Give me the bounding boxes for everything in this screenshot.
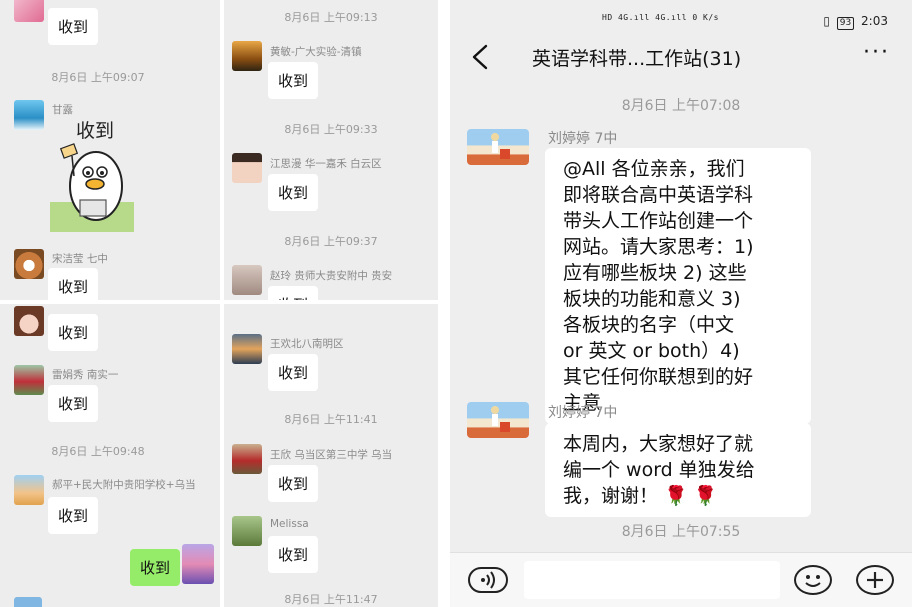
message-line: 应有哪些板块 2) 这些 xyxy=(563,262,747,284)
sender-name: 王欢北八南明区 xyxy=(270,338,344,350)
timestamp: 8月6日 上午09:13 xyxy=(284,11,378,24)
message-line: 其它任何你联想到的好 xyxy=(563,366,754,388)
sender-name: 刘婷婷 7中 xyxy=(548,405,618,421)
duck-icon xyxy=(50,143,134,232)
message-bubble[interactable]: 收到 xyxy=(268,174,319,211)
message-line: 板块的功能和意义 3) xyxy=(563,288,741,310)
timestamp: 8月6日 上午09:33 xyxy=(284,123,378,136)
message-bubble[interactable]: 收到 xyxy=(48,497,99,534)
battery-icon: 93 xyxy=(836,17,855,30)
timestamp: 8月6日 上午09:37 xyxy=(284,235,378,248)
voice-icon xyxy=(481,571,495,589)
avatar[interactable] xyxy=(14,306,44,336)
avatar[interactable] xyxy=(467,129,529,165)
avatar[interactable] xyxy=(14,100,44,130)
timestamp: 8月6日 上午07:55 xyxy=(621,524,741,540)
more-options-button[interactable]: ··· xyxy=(863,40,890,65)
chat-title: 英语学科带...工作站(31) xyxy=(532,48,742,70)
duck-sticker[interactable]: 收到 xyxy=(50,116,134,234)
chat-panel-top-right: 8月6日 上午09:13 黄敏-广大实验-清镇 收到 8月6日 上午09:33 … xyxy=(224,0,438,300)
self-message-bubble[interactable]: 收到 xyxy=(130,549,181,586)
input-bar xyxy=(450,552,912,607)
clock: 2:03 xyxy=(861,14,888,28)
avatar[interactable] xyxy=(232,334,262,364)
phone-chat-screen: HD 4G.ıll 4G.ıll 0 K/s ▯ 93 2:03 英语学科带..… xyxy=(450,0,912,607)
message-bubble[interactable]: 收到 xyxy=(268,536,319,573)
message-bubble[interactable]: 收到 xyxy=(268,62,319,99)
sender-name: 赵玲 贵师大贵安附中 贵安 xyxy=(270,270,393,282)
sender-name: 王欣 乌当区第三中学 乌当 xyxy=(270,449,393,461)
avatar[interactable] xyxy=(14,475,44,505)
avatar[interactable] xyxy=(232,265,262,295)
timestamp: 8月6日 上午09:07 xyxy=(51,71,145,84)
avatar[interactable] xyxy=(14,0,44,22)
sender-name: Melissa xyxy=(270,518,309,530)
timestamp: 8月6日 上午07:08 xyxy=(621,98,741,114)
chat-panel-top-left: 收到 8月6日 上午09:07 甘露 收到 宋洁莹 七中 收到 xyxy=(0,0,220,300)
message-bubble[interactable]: 收到 xyxy=(48,268,99,300)
avatar[interactable] xyxy=(14,249,44,279)
signal-indicators: HD 4G.ıll 4G.ıll 0 K/s xyxy=(602,13,719,22)
avatar[interactable] xyxy=(232,41,262,71)
person-photo-icon xyxy=(491,406,510,432)
vibrate-icon: ▯ xyxy=(823,14,830,28)
person-photo-icon xyxy=(491,133,510,159)
sender-name: 江思漫 华一嘉禾 白云区 xyxy=(270,158,382,170)
chat-panel-bottom-right: 王欢北八南明区 收到 8月6日 上午11:41 王欣 乌当区第三中学 乌当 收到… xyxy=(224,304,438,607)
message-line: 本周内，大家想好了就 xyxy=(563,433,754,455)
timestamp: 8月6日 上午11:41 xyxy=(284,413,378,426)
status-right: ▯ 93 2:03 xyxy=(823,14,888,30)
message-bubble[interactable]: 收到 xyxy=(48,314,99,351)
timestamp: 8月6日 上午11:47 xyxy=(284,593,378,606)
chevron-left-icon xyxy=(472,44,488,70)
timestamp: 8月6日 上午09:48 xyxy=(51,445,145,458)
sender-name: 郝平+民大附中贵阳学校+乌当 xyxy=(52,479,196,491)
self-avatar[interactable] xyxy=(182,544,214,584)
message-line: 网站。请大家思考：1) xyxy=(563,236,754,258)
message-input[interactable] xyxy=(524,561,780,599)
message-line: 我，谢谢！ 🌹 🌹 xyxy=(563,485,718,507)
chat-header: 英语学科带...工作站(31) ··· xyxy=(450,38,912,78)
avatar[interactable] xyxy=(14,365,44,395)
message-line: or 英文 or both）4) xyxy=(563,340,740,362)
voice-button[interactable] xyxy=(468,567,508,593)
avatar[interactable] xyxy=(232,444,262,474)
message-line: 编一个 word 单独发给 xyxy=(563,459,755,481)
message-line: 各板块的名字（中文 xyxy=(563,314,735,336)
message-bubble[interactable]: 收到 xyxy=(48,8,99,45)
plus-icon xyxy=(867,572,883,588)
message-line: @All 各位亲亲，我们 xyxy=(563,158,745,180)
avatar[interactable] xyxy=(232,516,262,546)
message-bubble[interactable]: 收到 xyxy=(268,354,319,391)
message-bubble[interactable]: 本周内，大家想好了就 编一个 word 单独发给 我，谢谢！ 🌹 🌹 xyxy=(545,423,811,517)
message-line: 即将联合高中英语学科 xyxy=(563,184,754,206)
sender-name: 甘露 xyxy=(52,104,73,116)
avatar[interactable] xyxy=(467,402,529,438)
status-bar: HD 4G.ıll 4G.ıll 0 K/s ▯ 93 2:03 xyxy=(450,0,912,42)
sender-name: 雷娟秀 南实一 xyxy=(52,369,119,381)
add-button[interactable] xyxy=(856,565,894,595)
sender-name: 刘婷婷 7中 xyxy=(548,131,618,147)
avatar[interactable] xyxy=(14,597,42,607)
message-line: 带头人工作站创建一个 xyxy=(563,210,754,232)
avatar[interactable] xyxy=(232,153,262,183)
emoji-icon xyxy=(805,575,821,587)
chat-panel-bottom-left: 收到 雷娟秀 南实一 收到 8月6日 上午09:48 郝平+民大附中贵阳学校+乌… xyxy=(0,304,220,607)
message-bubble[interactable]: 收到 xyxy=(268,465,319,502)
message-bubble[interactable]: @All 各位亲亲，我们 即将联合高中英语学科 带头人工作站创建一个 网站。请大… xyxy=(545,148,811,424)
emoji-button[interactable] xyxy=(794,565,832,595)
sender-name: 宋洁莹 七中 xyxy=(52,253,108,265)
back-button[interactable] xyxy=(468,40,492,74)
message-bubble[interactable]: 收到 xyxy=(48,385,99,422)
sender-name: 黄敏-广大实验-清镇 xyxy=(270,46,362,58)
message-bubble[interactable]: 收到 xyxy=(268,286,319,300)
